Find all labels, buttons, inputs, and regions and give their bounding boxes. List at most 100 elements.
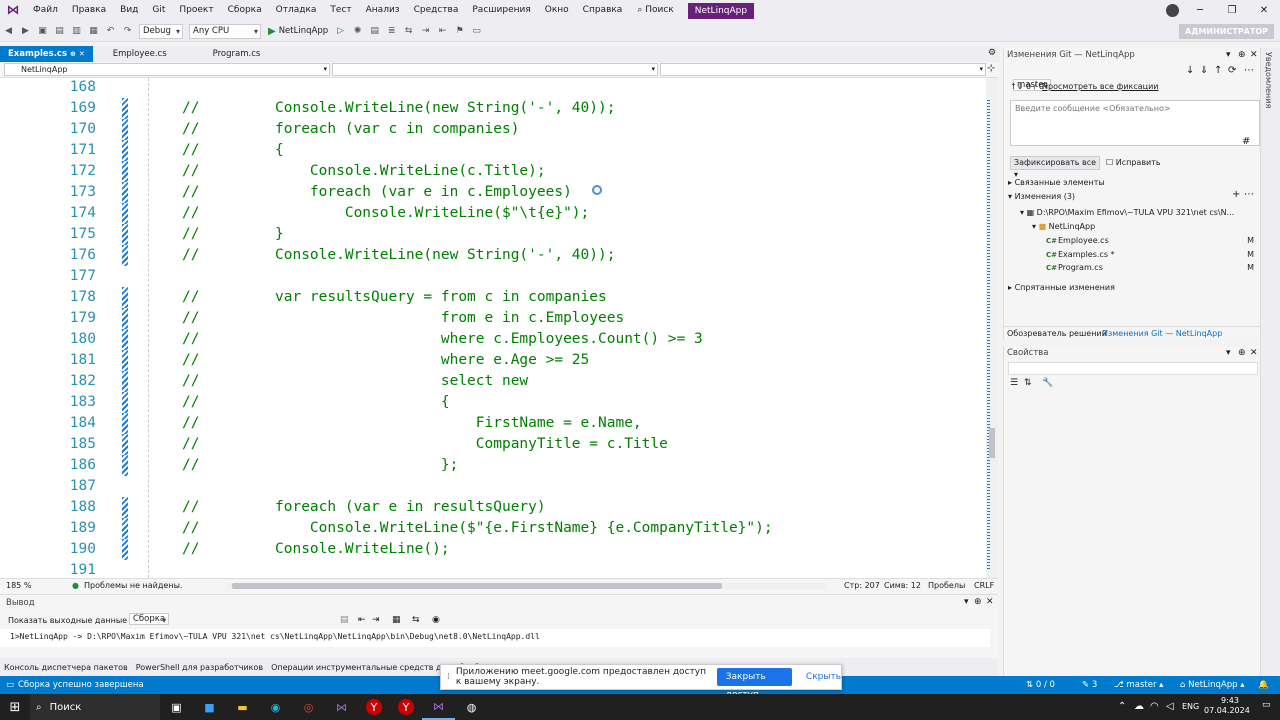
bookmark-icon[interactable]: ⚑ bbox=[453, 25, 466, 38]
code-line[interactable]: 177 bbox=[0, 266, 986, 287]
maximize-icon[interactable]: ❐ bbox=[1216, 0, 1248, 21]
hot-reload-icon[interactable]: ✺ bbox=[351, 25, 364, 38]
new-item-icon[interactable]: ▣ bbox=[36, 25, 49, 38]
start-without-debug-icon[interactable]: ▷ bbox=[334, 25, 347, 38]
save-all-icon[interactable]: ▦ bbox=[87, 25, 100, 38]
eol-indicator[interactable]: CRLF bbox=[974, 579, 994, 593]
fetch-icon[interactable]: ↓ bbox=[1186, 65, 1194, 76]
bottom-tab[interactable]: Консоль диспетчера пакетов bbox=[0, 663, 132, 672]
outdent-icon[interactable]: ⇤ bbox=[436, 25, 449, 38]
git-pin-icon[interactable]: ⊕ bbox=[1238, 50, 1246, 60]
code-line[interactable]: 178 // var resultsQuery = from c in compan… bbox=[0, 287, 986, 308]
taskbar-search[interactable]: ⌕ Поиск bbox=[30, 694, 160, 720]
code-line[interactable]: 179 // from e in c.Employees bbox=[0, 308, 986, 329]
format-icon[interactable]: ≣ bbox=[385, 25, 398, 38]
code-line[interactable]: 169 // Console.WriteLine(new String('-', 4… bbox=[0, 98, 986, 119]
code-editor[interactable]: 168 169 // Console.WriteLine(new String('-'… bbox=[0, 78, 986, 578]
code-line[interactable]: 189 // Console.WriteLine($"{e.FirstName} … bbox=[0, 518, 986, 539]
output-close-icon[interactable]: ✕ bbox=[986, 597, 994, 607]
horizontal-scrollbar[interactable] bbox=[226, 583, 826, 589]
pin-icon[interactable]: ⊕ bbox=[70, 50, 76, 58]
menu-item[interactable]: Анализ bbox=[359, 0, 407, 21]
zoom-level[interactable]: 185 % bbox=[6, 579, 31, 593]
code-line[interactable]: 180 // where c.Employees.Count() >= 3 bbox=[0, 329, 986, 350]
git-counts-status[interactable]: ⇅ 0 / 0 bbox=[1026, 676, 1055, 694]
changed-file[interactable]: C#Employee.cs M bbox=[1046, 234, 1258, 248]
menu-item[interactable]: Средства bbox=[407, 0, 466, 21]
indent-icon[interactable]: ⇥ bbox=[419, 25, 432, 38]
menu-item[interactable]: Тест bbox=[323, 0, 358, 21]
wifi-icon[interactable]: ◠ bbox=[1150, 701, 1159, 712]
menu-item[interactable]: Правка bbox=[65, 0, 113, 21]
type-select[interactable] bbox=[332, 63, 658, 76]
undo-icon[interactable]: ↶ bbox=[104, 25, 117, 38]
menu-item[interactable]: Расширения bbox=[465, 0, 537, 21]
stage-all-icon[interactable]: + bbox=[1232, 189, 1240, 200]
close-icon[interactable]: ✕ bbox=[1248, 0, 1280, 21]
code-line[interactable]: 186 // }; bbox=[0, 455, 986, 476]
code-line[interactable]: 172 // Console.WriteLine(c.Title); bbox=[0, 161, 986, 182]
code-line[interactable]: 182 // select new bbox=[0, 371, 986, 392]
word-wrap-icon[interactable]: ⇆ bbox=[412, 615, 420, 625]
code-line[interactable]: 190 // Console.WriteLine(); bbox=[0, 539, 986, 560]
menu-item[interactable]: Файл bbox=[26, 0, 65, 21]
next-message-icon[interactable]: ⇥ bbox=[372, 615, 380, 625]
save-icon[interactable]: ▥ bbox=[70, 25, 83, 38]
clock-date[interactable]: 07.04.2024 bbox=[1204, 706, 1250, 715]
obs-icon[interactable]: ◍ bbox=[455, 694, 488, 720]
stashes-node[interactable]: ▸ Спрятанные изменения bbox=[1008, 281, 1115, 294]
explorer-icon[interactable]: ▬ bbox=[226, 694, 259, 720]
code-line[interactable]: 174 // Console.WriteLine($"\t{e}"); bbox=[0, 203, 986, 224]
network-icon[interactable]: ☁ bbox=[1134, 701, 1144, 712]
minimize-icon[interactable]: ─ bbox=[1184, 0, 1216, 21]
code-line[interactable]: 176 // Console.WriteLine(new String('-', 4… bbox=[0, 245, 986, 266]
back-icon[interactable]: ◀ bbox=[2, 25, 15, 38]
code-line[interactable]: 185 // CompanyTitle = c.Title bbox=[0, 434, 986, 455]
props-menu-icon[interactable]: ▾ bbox=[1226, 348, 1231, 358]
wrench-icon[interactable]: 🔧 bbox=[1042, 378, 1053, 388]
commit-message-input[interactable]: Введите сообщение <Обязательно> bbox=[1010, 100, 1260, 146]
close-tab-icon[interactable]: ✕ bbox=[79, 50, 85, 58]
tab-program[interactable]: Program.cs bbox=[205, 46, 269, 62]
windows-start-icon[interactable]: ⊞ bbox=[0, 700, 30, 715]
vertical-scrollbar[interactable] bbox=[986, 78, 998, 578]
task-view-icon[interactable]: ▣ bbox=[160, 694, 193, 720]
menu-item[interactable]: Сборка bbox=[221, 0, 269, 21]
hash-icon[interactable]: # bbox=[1242, 136, 1250, 147]
code-line[interactable]: 191 bbox=[0, 560, 986, 578]
menu-item[interactable]: Окно bbox=[538, 0, 576, 21]
language-indicator[interactable]: ENG bbox=[1182, 702, 1199, 711]
tray-chevron-icon[interactable]: ⌃ bbox=[1118, 701, 1126, 712]
drag-handle-icon[interactable]: ⁞ bbox=[447, 672, 450, 682]
bottom-tab[interactable]: PowerShell для разработчиков bbox=[132, 663, 267, 672]
code-line[interactable]: 187 bbox=[0, 476, 986, 497]
project-folder-node[interactable]: ▾ ■ NetLinqApp bbox=[1032, 220, 1095, 233]
code-line[interactable]: 181 // where e.Age >= 25 bbox=[0, 350, 986, 371]
prev-message-icon[interactable]: ⇤ bbox=[358, 615, 366, 625]
git-close-icon[interactable]: ✕ bbox=[1250, 50, 1258, 60]
tab-employee[interactable]: Employee.cs bbox=[105, 46, 175, 62]
preview-icon[interactable]: ◉ bbox=[432, 615, 440, 625]
member-select[interactable] bbox=[660, 63, 986, 76]
sync-icon[interactable]: ⟳ bbox=[1228, 65, 1236, 76]
search-menu[interactable]: ⌕ Поиск bbox=[629, 0, 681, 21]
changes-node[interactable]: ▾ Изменения (3) bbox=[1008, 190, 1075, 203]
commit-all-button[interactable]: Зафиксировать все ▾ bbox=[1010, 156, 1100, 179]
repo-path-node[interactable]: ▾ ▦ D:\RPO\Maxim Efimov\~TULA VPU 321\ne… bbox=[1020, 206, 1234, 219]
hide-button[interactable]: Скрыть bbox=[806, 672, 841, 682]
spaces-indicator[interactable]: Пробелы bbox=[928, 579, 965, 593]
push-icon[interactable]: ↑ bbox=[1214, 65, 1222, 76]
avatar[interactable] bbox=[1166, 4, 1179, 17]
platform-select[interactable]: Any CPU bbox=[189, 23, 261, 39]
menu-item[interactable]: Справка bbox=[576, 0, 630, 21]
repo-status[interactable]: ⌂ NetLinqApp ▴ bbox=[1180, 676, 1244, 694]
changed-file[interactable]: C#Examples.cs * M bbox=[1046, 248, 1258, 262]
tab-solution-explorer[interactable]: Обозреватель решений bbox=[1007, 327, 1107, 340]
changes-more-icon[interactable]: ⋯ bbox=[1244, 189, 1254, 200]
code-line[interactable]: 188 // foreach (var e in resultsQuery) bbox=[0, 497, 986, 518]
git-menu-icon[interactable]: ▾ bbox=[1226, 50, 1231, 60]
code-line[interactable]: 184 // FirstName = e.Name, bbox=[0, 413, 986, 434]
code-line[interactable]: 183 // { bbox=[0, 392, 986, 413]
tab-gear-icon[interactable]: ⚙ bbox=[988, 48, 996, 58]
menu-item[interactable]: Проект bbox=[172, 0, 220, 21]
